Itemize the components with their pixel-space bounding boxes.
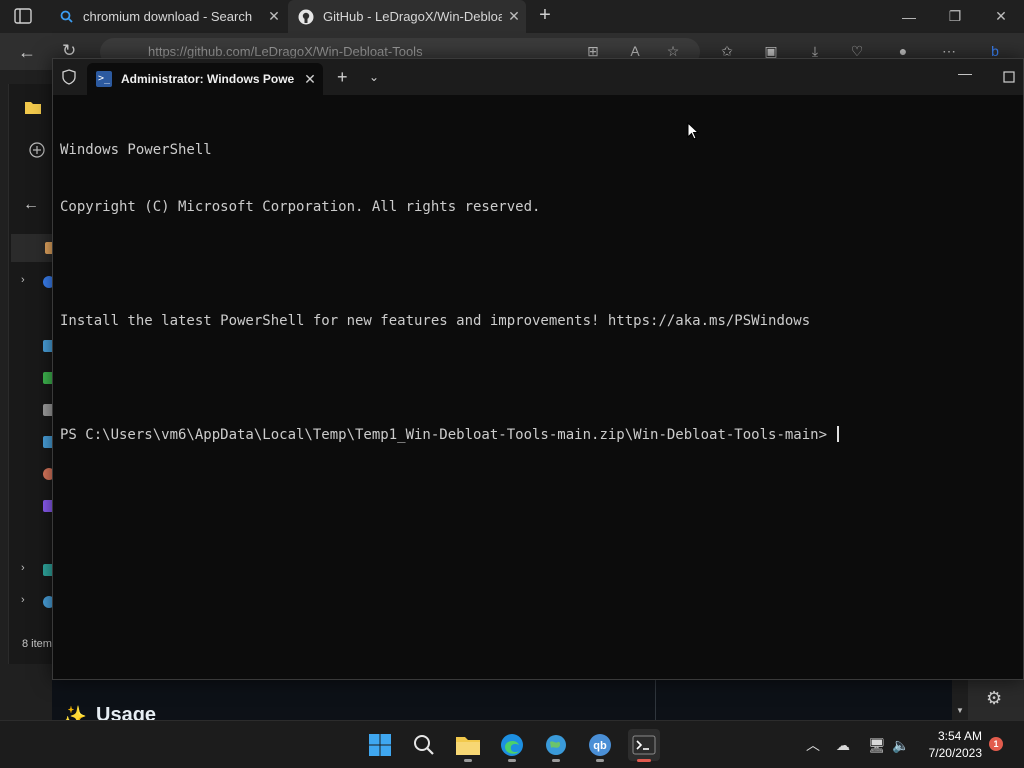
close-window-icon[interactable]: ✕ (978, 0, 1024, 33)
browser-tabbar: chromium download - Search ✕ GitHub - Le… (0, 0, 1024, 33)
browser-tab-title: chromium download - Search (83, 9, 253, 24)
shield-icon (61, 69, 77, 85)
taskbar: qb ︿ ☁ 🖥 🔈 3:54 AM 7/20/2023 (0, 720, 1024, 768)
desktop: chromium download - Search ✕ GitHub - Le… (0, 0, 1024, 768)
clock-date: 7/20/2023 (928, 746, 982, 760)
text-cursor (837, 426, 840, 442)
minimize-icon[interactable]: — (953, 65, 977, 89)
mouse-pointer-icon (687, 122, 699, 140)
svg-text:qb: qb (593, 740, 607, 752)
tab-actions-icon[interactable] (14, 8, 32, 24)
browser-tab-search[interactable]: chromium download - Search ✕ (48, 0, 286, 33)
back-arrow-icon[interactable]: ← (18, 42, 36, 63)
back-arrow-icon: ← (23, 196, 39, 213)
browser-tab-title: GitHub - LeDragoX/Win-Debloat (323, 9, 502, 24)
cloud-offline-icon[interactable]: ☁ (836, 737, 850, 753)
new-tab-button[interactable]: + (337, 68, 348, 86)
scroll-down-icon[interactable]: ▼ (956, 706, 964, 715)
terminal-window: >_ Administrator: Windows Powe ✕ + ⌄ — W… (52, 58, 1024, 680)
terminal-icon (632, 735, 656, 755)
restore-icon[interactable]: ❐ (932, 0, 978, 33)
search-icon (58, 9, 74, 25)
add-circle-icon (29, 142, 45, 158)
terminal-titlebar: >_ Administrator: Windows Powe ✕ + ⌄ — (53, 59, 1023, 95)
qbittorrent-icon: qb (589, 734, 611, 756)
edge-taskbar-button[interactable] (496, 729, 528, 762)
terminal-prompt: PS C:\Users\vm6\AppData\Local\Temp\Temp1… (60, 427, 836, 443)
github-page (52, 680, 968, 720)
new-tab-button[interactable]: + (535, 5, 555, 25)
close-icon[interactable]: ✕ (502, 8, 526, 25)
terminal-output[interactable]: Windows PowerShell Copyright (C) Microso… (60, 103, 1015, 663)
clock-time: 3:54 AM (937, 729, 982, 743)
divider (655, 680, 656, 720)
edge-icon (501, 734, 523, 756)
network-icon[interactable]: 🖥 (868, 737, 886, 753)
close-icon[interactable]: ✕ (262, 8, 286, 25)
maximize-icon[interactable] (999, 67, 1019, 87)
notification-badge[interactable]: 1 (989, 737, 1003, 751)
browser-tab-github[interactable]: GitHub - LeDragoX/Win-Debloat ✕ (288, 0, 526, 33)
start-button[interactable] (364, 729, 396, 761)
chevron-right-icon: › (21, 594, 25, 606)
minimize-icon[interactable]: — (886, 0, 932, 33)
globe-app-taskbar-button[interactable] (540, 729, 572, 762)
windows-logo-icon (369, 734, 391, 756)
system-clock[interactable]: 3:54 AM 7/20/2023 (920, 728, 982, 762)
gear-icon[interactable]: ⚙ (986, 688, 1002, 709)
folder-icon (456, 737, 480, 755)
close-icon[interactable]: ✕ (297, 71, 323, 88)
scrollbar[interactable]: ▼ (952, 680, 968, 720)
globe-icon (546, 735, 566, 755)
terminal-prompt-line[interactable]: PS C:\Users\vm6\AppData\Local\Temp\Temp1… (60, 426, 1015, 445)
terminal-tab[interactable]: >_ Administrator: Windows Powe ✕ (87, 63, 323, 95)
chevron-right-icon: › (21, 562, 25, 574)
qbittorrent-taskbar-button[interactable]: qb (584, 729, 616, 762)
github-icon (298, 9, 314, 25)
terminal-tab-title: Administrator: Windows Powe (121, 72, 295, 86)
folder-icon (25, 102, 41, 114)
file-explorer-taskbar-button[interactable] (452, 729, 484, 762)
chevron-up-icon[interactable]: ︿ (806, 737, 820, 753)
chevron-right-icon: › (21, 274, 25, 286)
search-icon (414, 735, 434, 755)
terminal-line: Copyright (C) Microsoft Corporation. All… (60, 199, 541, 215)
volume-icon[interactable]: 🔈 (892, 737, 909, 753)
terminal-line: Install the latest PowerShell for new fe… (60, 313, 811, 329)
chevron-down-icon[interactable]: ⌄ (369, 68, 379, 86)
explorer-status: 8 item (22, 638, 52, 650)
terminal-line: Windows PowerShell (60, 142, 212, 158)
terminal-taskbar-button[interactable] (628, 729, 660, 762)
powershell-icon: >_ (96, 71, 112, 87)
search-button[interactable] (408, 729, 440, 761)
